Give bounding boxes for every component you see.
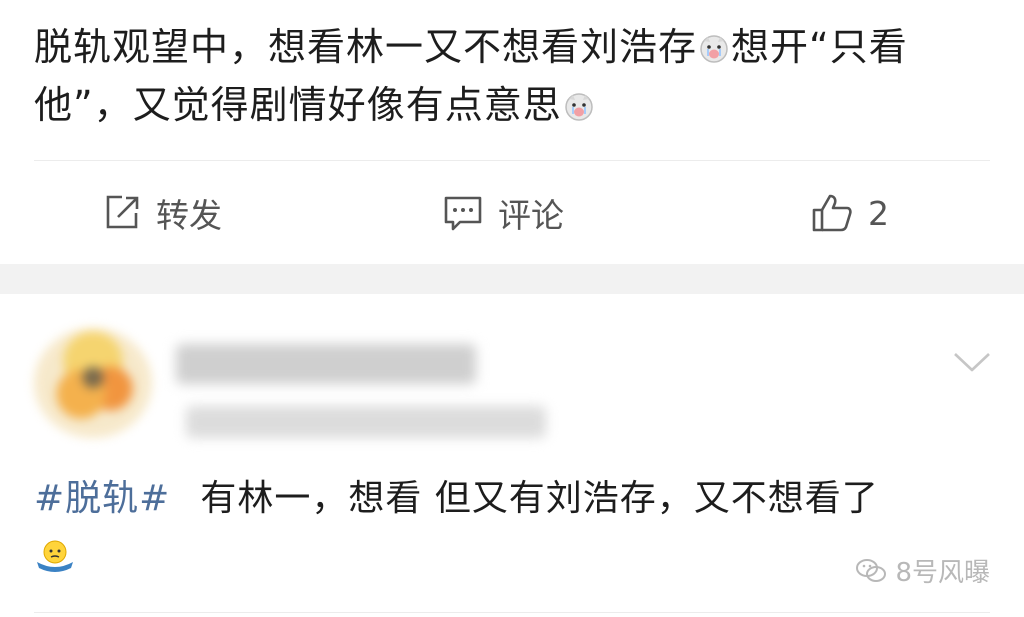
comment-label: 评论 — [498, 196, 564, 235]
comment-text: #脱轨# 有林一，想看 但又有刘浩存，又不想看了 — [34, 474, 1004, 524]
post-text-part1: 脱轨观望中，想看林一又不想看刘浩存 — [34, 25, 698, 69]
thumbs-up-icon — [812, 194, 852, 232]
section-separator — [0, 264, 1024, 294]
post-text: 脱轨观望中，想看林一又不想看刘浩存 想开“只看他”，又觉得剧情好像有点意思 — [34, 18, 994, 134]
shrug-emoji-icon — [37, 540, 73, 572]
crying-face-icon — [699, 22, 729, 63]
divider — [34, 612, 990, 613]
crying-face-icon — [564, 80, 594, 121]
like-count: 2 — [868, 193, 889, 233]
wechat-icon — [856, 558, 887, 582]
repost-label: 转发 — [156, 196, 222, 235]
hashtag-link[interactable]: #脱轨# — [34, 478, 170, 519]
action-bar: 转发 评论 2 — [0, 168, 1024, 260]
chevron-down-icon[interactable] — [952, 350, 992, 374]
comment-body: 有林一，想看 但又有刘浩存，又不想看了 — [200, 478, 879, 519]
username-blurred — [176, 344, 476, 384]
comment-card: #脱轨# 有林一，想看 但又有刘浩存，又不想看了 8号风曝 — [0, 294, 1024, 617]
comment-icon — [444, 196, 482, 231]
divider — [34, 160, 990, 161]
watermark-text: 8号风曝 — [895, 558, 990, 588]
like-button[interactable]: 2 — [810, 188, 889, 238]
meta-blurred — [186, 406, 546, 438]
repost-button[interactable]: 转发 — [102, 188, 222, 238]
share-icon — [106, 195, 139, 229]
avatar[interactable] — [34, 328, 152, 438]
watermark: 8号风曝 — [855, 552, 990, 589]
comment-button[interactable]: 评论 — [442, 188, 564, 238]
